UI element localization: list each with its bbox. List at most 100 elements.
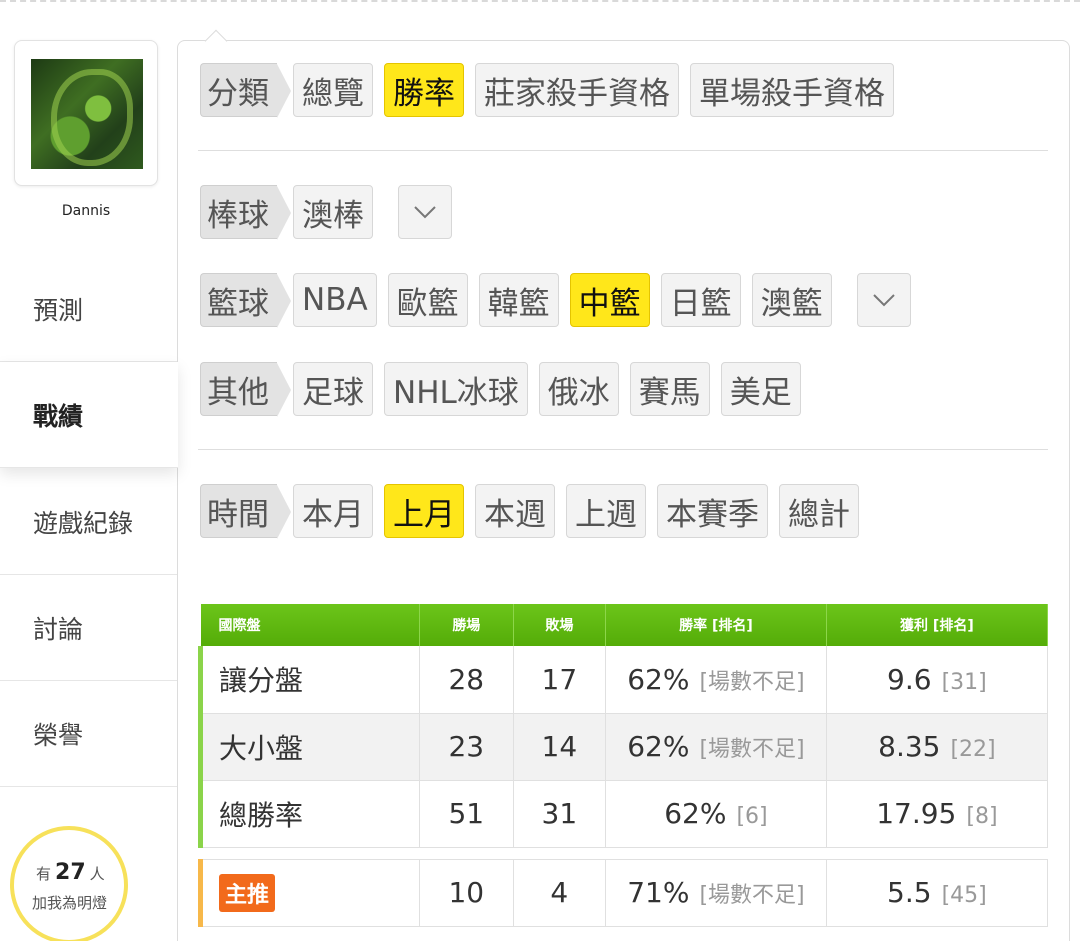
win-rate-rank: [6] xyxy=(736,804,768,829)
filter-option-nhl[interactable]: NHL冰球 xyxy=(384,362,528,416)
nav-item-label: 榮譽 xyxy=(33,720,84,750)
divider xyxy=(198,150,1048,151)
spacer-cell xyxy=(200,847,1048,859)
expand-baseball-button[interactable] xyxy=(398,185,452,239)
filter-header-baseball: 棒球 xyxy=(200,185,291,240)
table-row: 大小盤 23 14 62% [場數不足] 8.35 [22] xyxy=(197,713,1049,781)
column-header[interactable]: 勝場 xyxy=(419,604,514,646)
filter-option-single-killer[interactable]: 單場殺手資格 xyxy=(690,63,894,117)
win-rate: 62% xyxy=(664,797,727,830)
nav-item-label: 遊戲紀錄 xyxy=(33,508,134,538)
win-rate-rank: [場數不足] xyxy=(699,883,805,908)
loss-count: 31 xyxy=(513,780,607,848)
filter-header-time: 時間 xyxy=(200,484,291,539)
filter-row-category: 分類 總覽 勝率 莊家殺手資格 單場殺手資格 xyxy=(200,62,905,118)
nav-item-label: 討論 xyxy=(33,614,84,644)
filter-header-other: 其他 xyxy=(200,362,291,417)
nav-item-game-log[interactable]: 遊戲紀錄 xyxy=(0,469,178,575)
filter-option-china-basketball[interactable]: 中籃 xyxy=(569,273,650,327)
featured-row: 主推 10 4 71% [場數不足] 5.5 [45] xyxy=(197,858,1049,927)
nav-item-label: 戰績 xyxy=(33,401,84,431)
win-count: 23 xyxy=(419,713,514,781)
follower-prefix: 有 xyxy=(36,865,52,883)
follow-badge[interactable]: 有 27 人 加我為明燈 xyxy=(10,826,128,941)
nav-item-record[interactable]: 戰績 xyxy=(0,362,178,468)
filter-option-nba[interactable]: NBA xyxy=(293,273,377,327)
nav-item-predict[interactable]: 預測 xyxy=(0,256,178,362)
nav-item-label: 預測 xyxy=(33,295,84,325)
nav-item-honor[interactable]: 榮譽 xyxy=(0,681,178,787)
win-rate: 71% xyxy=(627,876,690,909)
follower-suffix: 人 xyxy=(89,865,105,883)
profit-rank: [31] xyxy=(941,669,987,695)
filter-option-japan-basketball[interactable]: 日籃 xyxy=(660,273,741,327)
divider xyxy=(198,449,1048,450)
filter-option-total[interactable]: 總計 xyxy=(779,484,859,538)
filter-option-horse-racing[interactable]: 賽馬 xyxy=(629,362,710,416)
filter-option-this-month[interactable]: 本月 xyxy=(293,484,373,538)
filter-option-russia-hockey[interactable]: 俄冰 xyxy=(538,362,619,416)
row-name: 大小盤 xyxy=(197,713,421,781)
profit-cell: 17.95 [8] xyxy=(826,780,1049,848)
profit: 9.6 xyxy=(887,662,932,696)
profit-rank: [8] xyxy=(966,804,998,829)
profit-rank: [22] xyxy=(950,737,996,762)
profit-rank: [45] xyxy=(941,883,987,908)
panel-notch xyxy=(204,29,228,53)
win-rate-cell: 62% [場數不足] xyxy=(605,713,827,781)
filter-option-this-season[interactable]: 本賽季 xyxy=(657,484,768,538)
chevron-down-icon xyxy=(872,294,895,307)
column-header[interactable]: 勝率 [排名] xyxy=(605,604,827,646)
filter-option-abl[interactable]: 澳棒 xyxy=(293,185,373,239)
sidebar: Dannis 預測 戰績 遊戲紀錄 討論 榮譽 有 27 人 加我為明燈 xyxy=(0,0,178,941)
table-row: 讓分盤 28 17 62% [場數不足] 9.6 [31] xyxy=(197,646,1049,714)
filter-header-basketball: 籃球 xyxy=(200,273,291,328)
column-header[interactable]: 敗場 xyxy=(513,604,607,646)
avatar[interactable] xyxy=(31,59,143,169)
record-panel: 分類 總覽 勝率 莊家殺手資格 單場殺手資格 棒球 澳棒 籃球 NBA 歐籃 韓… xyxy=(177,29,1070,941)
filter-option-win-rate[interactable]: 勝率 xyxy=(384,63,464,117)
filter-row-other: 其他 足球 NHL冰球 俄冰 賽馬 美足 xyxy=(200,361,812,417)
row-name: 總勝率 xyxy=(197,780,421,848)
table-header-row: 國際盤 勝場 敗場 勝率 [排名] 獲利 [排名] xyxy=(200,604,1049,646)
nav-item-discussion[interactable]: 討論 xyxy=(0,575,178,681)
filter-option-korea-basketball[interactable]: 韓籃 xyxy=(478,273,559,327)
filter-option-american-football[interactable]: 美足 xyxy=(720,362,801,416)
column-header: 國際盤 xyxy=(200,604,421,646)
avatar-frame[interactable] xyxy=(14,40,158,186)
profit: 5.5 xyxy=(887,876,932,909)
win-rate-cell: 71% [場數不足] xyxy=(605,858,827,927)
follow-cta: 加我為明燈 xyxy=(32,894,108,912)
profit: 8.35 xyxy=(878,730,941,763)
featured-label-cell: 主推 xyxy=(197,858,421,927)
loss-count: 17 xyxy=(513,646,607,714)
win-rate-rank: [場數不足] xyxy=(699,737,805,762)
filter-row-baseball: 棒球 澳棒 xyxy=(200,184,452,240)
filter-option-overview[interactable]: 總覽 xyxy=(293,63,373,117)
filter-option-last-month[interactable]: 上月 xyxy=(384,484,464,538)
follower-count: 27 xyxy=(55,860,86,885)
featured-badge: 主推 xyxy=(219,873,276,912)
profit-cell: 8.35 [22] xyxy=(826,713,1049,781)
win-rate-cell: 62% [6] xyxy=(605,780,827,848)
filter-option-euro-basketball[interactable]: 歐籃 xyxy=(387,273,468,327)
win-rate-cell: 62% [場數不足] xyxy=(605,646,827,714)
table-row: 總勝率 51 31 62% [6] 17.95 [8] xyxy=(197,780,1049,848)
expand-basketball-button[interactable] xyxy=(856,273,911,327)
win-count: 51 xyxy=(419,780,514,848)
loss-count: 4 xyxy=(513,858,607,927)
filter-option-aus-basketball[interactable]: 澳籃 xyxy=(751,273,832,327)
win-count: 28 xyxy=(419,646,514,714)
filter-option-this-week[interactable]: 本週 xyxy=(475,484,555,538)
filter-header-category: 分類 xyxy=(200,63,291,118)
profit: 17.95 xyxy=(876,797,957,830)
win-rate: 62% xyxy=(627,730,690,763)
username[interactable]: Dannis xyxy=(0,203,172,219)
filter-option-soccer[interactable]: 足球 xyxy=(293,362,373,416)
filter-option-banker-killer[interactable]: 莊家殺手資格 xyxy=(475,63,679,117)
filter-option-last-week[interactable]: 上週 xyxy=(566,484,646,538)
loss-count: 14 xyxy=(513,713,607,781)
profit-cell: 5.5 [45] xyxy=(826,858,1049,927)
column-header[interactable]: 獲利 [排名] xyxy=(826,604,1049,646)
table-spacer xyxy=(200,847,1048,859)
